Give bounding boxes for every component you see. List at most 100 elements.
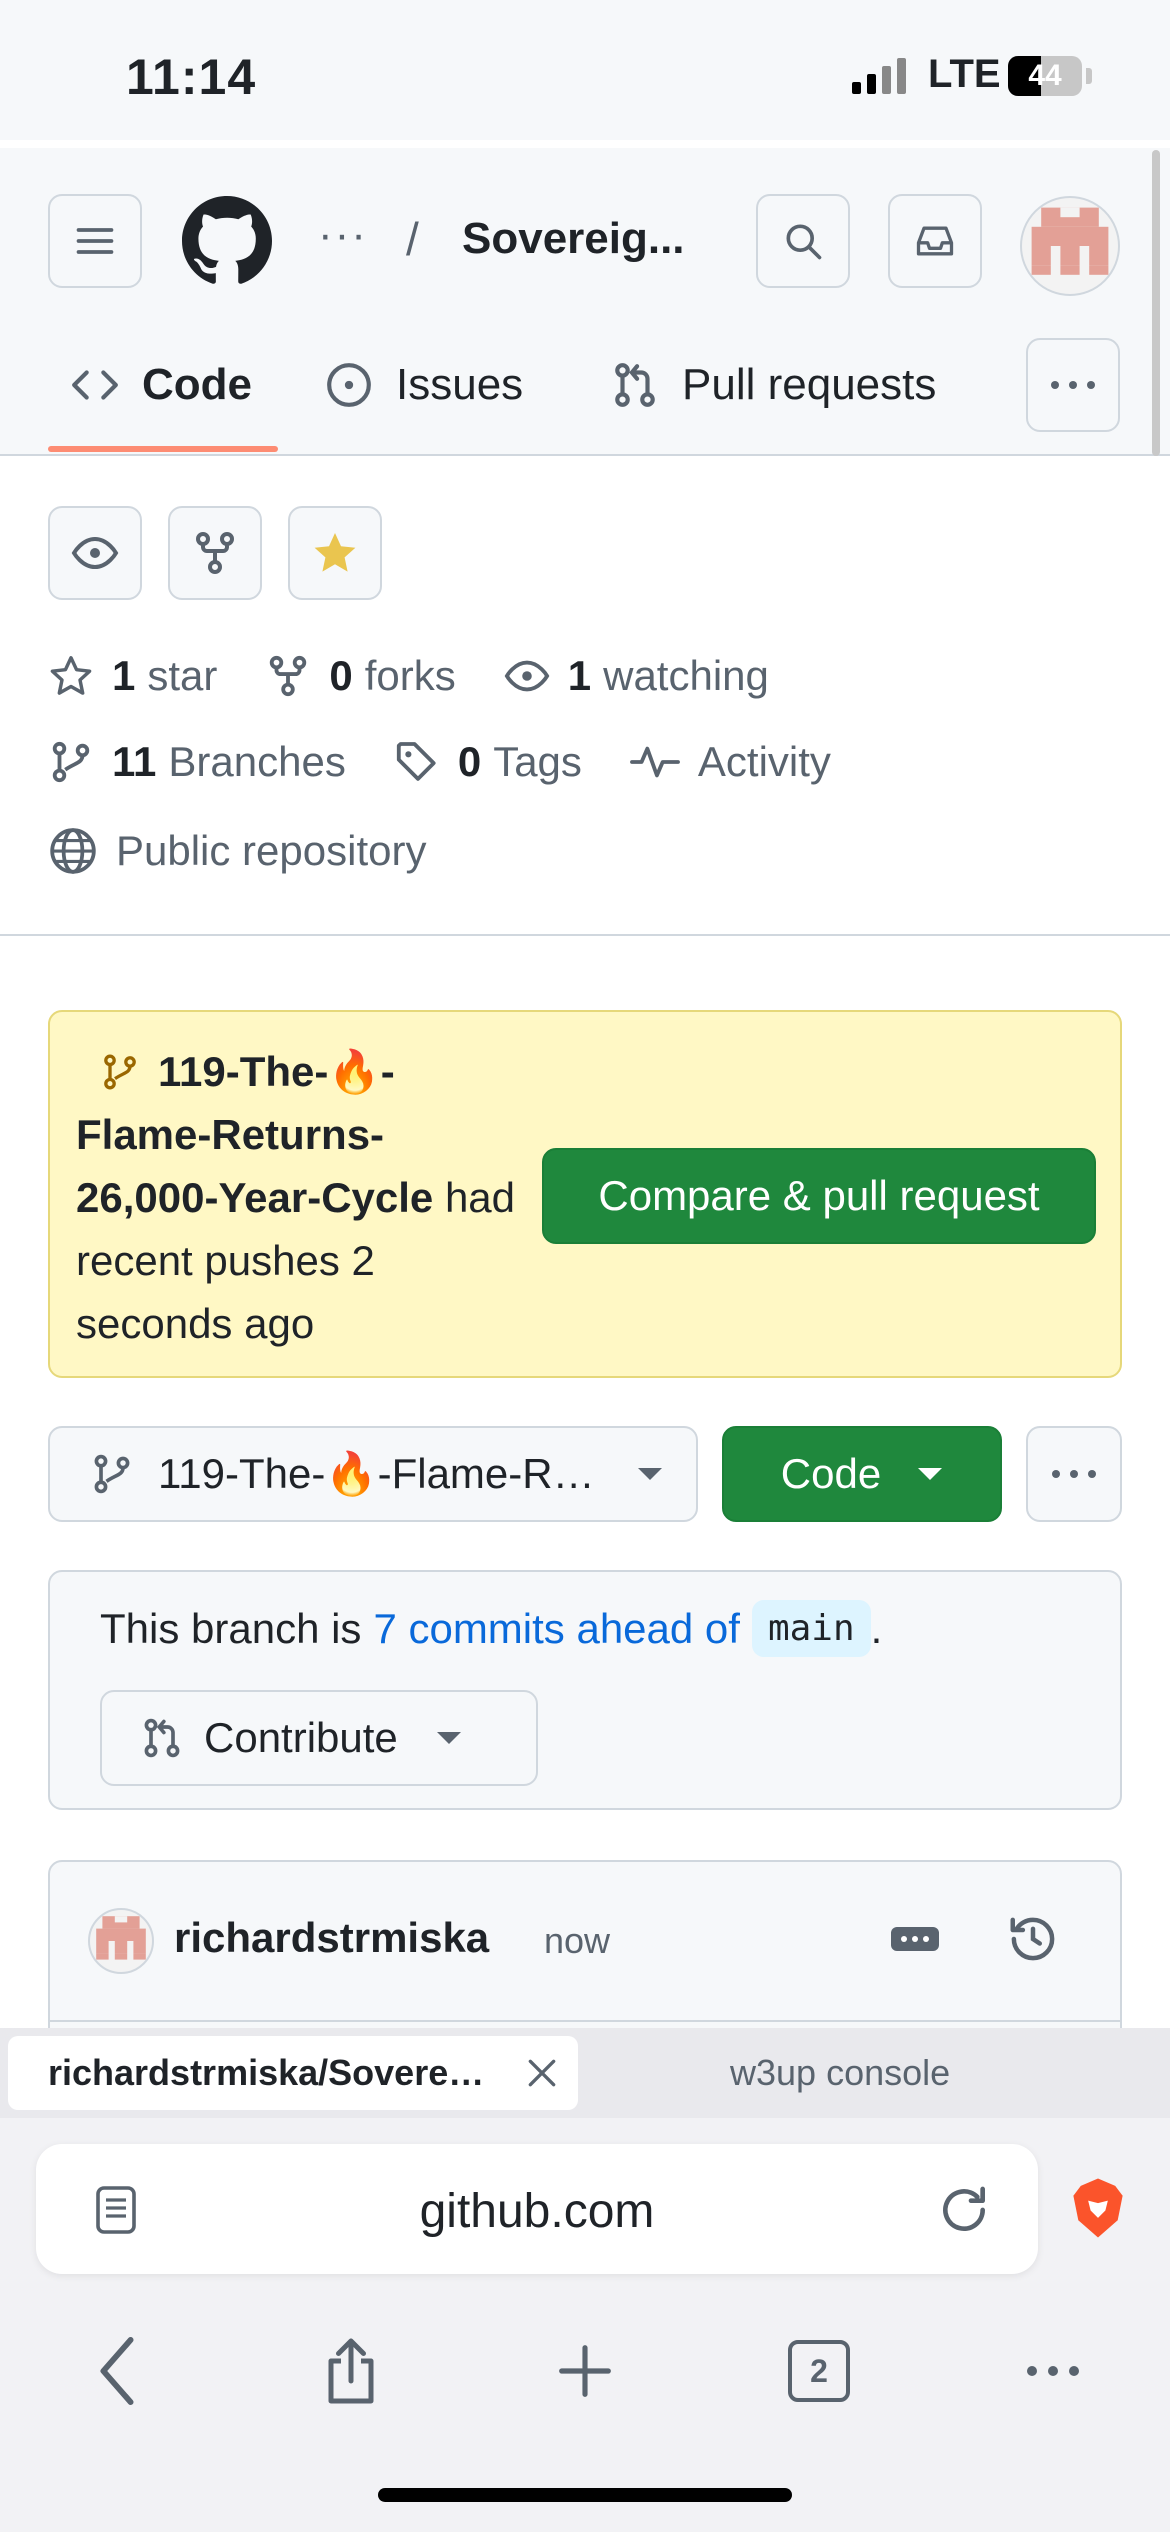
git-branch-icon [104,1054,136,1090]
back-button[interactable] [72,2326,162,2416]
pulse-icon [630,746,680,778]
branches-link[interactable]: 11 Branches [48,738,346,786]
brave-shield-icon[interactable] [1068,2176,1128,2240]
contribute-label: Contribute [204,1714,398,1761]
branch-status-box: This branch is 7 commits ahead of main .… [48,1570,1122,1810]
eye-icon [71,536,119,570]
browser-menu-button[interactable] [1008,2326,1098,2416]
tab-pull-requests[interactable]: Pull requests [610,350,936,420]
branch-status-suffix: . [870,1604,883,1652]
more-horizontal-icon [1027,2366,1079,2376]
breadcrumb-more-button[interactable]: ··· [318,210,368,260]
scrollbar[interactable] [1152,150,1160,456]
identicon-icon [1031,207,1109,275]
cellular-signal-icon [852,58,906,94]
git-pull-request-icon [144,1718,180,1758]
hamburger-menu-button[interactable] [48,194,142,288]
repo-forked-icon [270,655,307,697]
tab-count: 2 [788,2340,850,2402]
reload-icon[interactable] [936,2182,992,2238]
branches-label: Branches [168,738,346,785]
status-bar: 11:14 LTE 44 [0,0,1170,140]
more-options-button[interactable] [1026,1426,1122,1522]
kebab-horizontal-icon [1052,1470,1096,1478]
commit-author-avatar[interactable] [88,1908,154,1974]
tab-issues-label: Issues [396,360,524,409]
git-branch-icon [94,1454,130,1494]
commit-time: now [544,1920,611,1961]
forks-link[interactable]: 0 forks [265,652,456,700]
address-bar[interactable]: github.com [36,2144,1038,2274]
tabs-button[interactable]: 2 [774,2326,864,2416]
fork-button[interactable] [168,506,262,600]
share-icon [328,2338,374,2404]
tags-link[interactable]: 0 Tags [394,738,582,786]
more-tabs-button[interactable] [1026,338,1120,432]
commit-box-divider [50,2020,1120,2022]
code-dropdown-button[interactable]: Code [722,1426,1002,1522]
compare-pull-request-button[interactable]: Compare & pull request [542,1148,1096,1244]
home-indicator [378,2488,792,2502]
star-fill-icon [314,533,356,572]
commit-history-button[interactable] [1006,1912,1060,1966]
tab-pull-requests-label: Pull requests [682,360,937,409]
watching-link[interactable]: 1 watching [504,652,769,700]
breadcrumb-separator: / [406,213,419,265]
share-button[interactable] [306,2326,396,2416]
watching-label: watching [603,652,769,699]
triangle-down-icon [638,1468,662,1480]
visibility-label: Public repository [116,827,427,874]
commits-ahead-link[interactable]: 7 commits ahead of [373,1605,740,1653]
selected-branch-label: 119-The-🔥-Flame-Returns-26,000-Year-Cycl… [158,1449,598,1497]
search-button[interactable] [756,194,850,288]
battery-icon: 44 [1008,56,1082,96]
tags-label: Tags [493,738,582,785]
stars-count: 1 [112,652,136,699]
breadcrumb-repo-name[interactable]: Sovereig... [462,214,702,264]
browser-toolbar: github.com 2 [0,2118,1170,2532]
repo-stats-row: 1 star 0 forks 1 watching [48,652,769,700]
branch-status-text: This branch is 7 commits ahead of main . [100,1600,882,1657]
hamburger-icon [76,228,114,254]
github-logo-icon[interactable] [182,196,272,286]
browser-tab-bar: richardstrmiska/Sovereign-Flame w3up con… [0,2028,1170,2118]
recent-pushes-banner: 119-The-🔥-Flame-Returns-26,000-Year-Cycl… [48,1010,1122,1378]
contribute-button[interactable]: Contribute [100,1690,538,1786]
tag-icon [396,742,436,781]
active-tab-indicator [48,446,278,452]
close-icon[interactable] [522,2053,562,2093]
banner-text: 119-The-🔥-Flame-Returns-26,000-Year-Cycl… [76,1040,516,1355]
activity-label: Activity [697,738,831,785]
browser-tab-inactive[interactable]: w3up console [730,2052,950,2094]
kebab-horizontal-icon [1051,381,1095,389]
commit-message-toggle[interactable] [890,1924,940,1954]
triangle-down-icon [436,1732,461,1744]
code-icon [72,370,118,400]
new-tab-button[interactable] [540,2326,630,2416]
base-branch-pill[interactable]: main [751,1600,871,1657]
tab-issues[interactable]: Issues [324,350,523,420]
inbox-button[interactable] [888,194,982,288]
issue-opened-icon [327,363,371,407]
activity-link[interactable]: Activity [630,738,831,786]
star-icon [50,656,92,695]
code-button-label: Code [780,1450,882,1497]
history-icon [1010,1917,1055,1961]
tab-code[interactable]: Code [70,350,252,420]
watch-button[interactable] [48,506,142,600]
branch-selector[interactable]: 119-The-🔥-Flame-Returns-26,000-Year-Cycl… [48,1426,698,1522]
commit-author-name[interactable]: richardstrmiska [174,1914,489,1962]
starred-button[interactable] [288,506,382,600]
forks-label: forks [364,652,456,699]
repo-forked-icon [196,532,234,574]
browser-tab-active[interactable]: richardstrmiska/Sovereign-Flame [8,2036,578,2110]
branch-status-prefix: This branch is [100,1604,362,1652]
chevron-left-icon [100,2336,134,2406]
user-avatar[interactable] [1020,196,1120,296]
forks-count: 0 [329,652,353,699]
battery-cap [1086,68,1092,84]
stars-link[interactable]: 1 star [48,652,217,700]
watching-count: 1 [567,652,592,699]
branches-count: 11 [112,738,157,785]
inbox-icon [916,226,954,256]
